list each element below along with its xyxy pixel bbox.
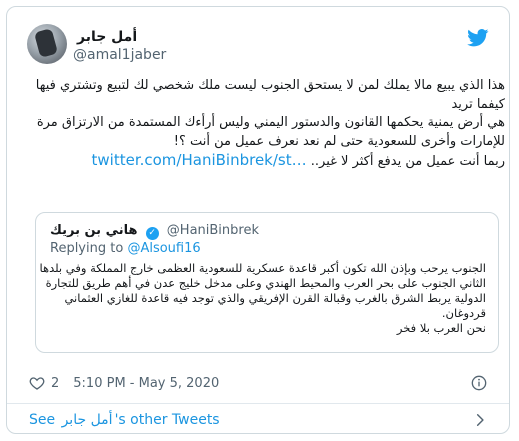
- chevron-right-icon[interactable]: [473, 413, 487, 427]
- tweet-timestamp[interactable]: 5:10 PM - May 5, 2020: [73, 376, 219, 391]
- verified-icon: ✓: [145, 227, 159, 240]
- info-icon[interactable]: [471, 375, 487, 391]
- twitter-bird-icon[interactable]: [467, 29, 489, 47]
- quoted-display-name[interactable]: هاني بن بريك: [50, 223, 138, 238]
- tweet-line: كيفما تريد: [451, 96, 505, 112]
- see-suffix: 's other Tweets: [114, 412, 220, 428]
- author-display-name[interactable]: أمل جابر: [77, 29, 137, 45]
- quoted-tweet[interactable]: هاني بن بريك ✓ @HaniBinbrek Replying to …: [35, 212, 499, 353]
- quoted-text: الجنوب يرحب وبإذن الله تكون أكبر قاعدة ع…: [39, 261, 486, 336]
- tweet-card: أمل جابر @amal1jaber هذا الذي يبيع مالا …: [6, 6, 510, 434]
- replying-mention[interactable]: @Alsoufi16: [127, 241, 200, 256]
- replying-to: Replying to @Alsoufi16: [50, 241, 201, 256]
- quoted-line: الدولية يربط الشرق بالغرب وقبالة القرن ا…: [64, 291, 486, 305]
- quoted-header: هاني بن بريك ✓ @HaniBinbrek: [50, 223, 488, 240]
- tweet-meta: 2 5:10 PM - May 5, 2020: [29, 375, 219, 391]
- tweet-link[interactable]: twitter.com/HaniBinbrek/st…: [92, 151, 307, 169]
- author-handle[interactable]: @amal1jaber: [73, 47, 166, 63]
- see-author-name: أمل جابر: [61, 412, 113, 428]
- tweet-last-line: ربما أنت عميل من يدفع أكثر لا غير.. twit…: [35, 151, 505, 172]
- see-other-tweets-link[interactable]: See أمل جابر's other Tweets: [29, 412, 220, 428]
- quoted-line: الجنوب يرحب وبإذن الله تكون أكبر قاعدة ع…: [39, 261, 486, 275]
- quoted-line: الثاني الجنوب على بحر العرب والمحيط الهن…: [45, 276, 486, 290]
- avatar[interactable]: [27, 24, 67, 64]
- see-prefix: See: [29, 412, 56, 428]
- replying-label: Replying to: [50, 241, 124, 256]
- tweet-line: ربما أنت عميل من يدفع أكثر لا غير..: [310, 154, 505, 169]
- tweet-text: هذا الذي يبيع مالا يملك لمن لا يستحق الج…: [35, 77, 505, 172]
- quoted-handle[interactable]: @HaniBinbrek: [167, 223, 259, 238]
- tweet-line: هي أرض يمنية يحكمها القانون والدستور الي…: [36, 115, 505, 130]
- tweet-line: للإمارات وأخرى للسعودية حتى لم نعد نعرف …: [173, 133, 505, 149]
- quoted-line: نحن العرب بلا فخر: [396, 321, 486, 335]
- quoted-line: قردوغان.: [441, 306, 486, 320]
- tweet-line: هذا الذي يبيع مالا يملك لمن لا يستحق الج…: [35, 78, 505, 93]
- heart-icon[interactable]: [29, 375, 45, 391]
- like-count[interactable]: 2: [51, 376, 59, 391]
- divider: [7, 403, 509, 404]
